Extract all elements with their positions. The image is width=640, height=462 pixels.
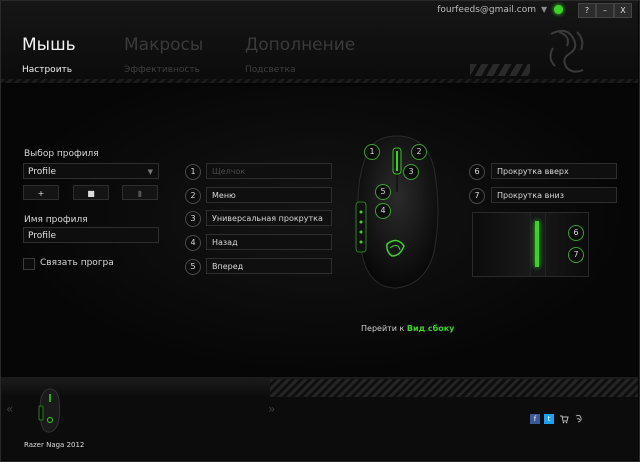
- profile-name-label: Имя профиля: [24, 215, 88, 225]
- mouse-marker-2[interactable]: 2: [411, 144, 427, 160]
- copy-profile-button[interactable]: ■: [73, 185, 109, 200]
- mouse-marker-3[interactable]: 3: [403, 164, 419, 180]
- online-status-icon: [554, 5, 563, 14]
- profile-select[interactable]: Profile ▼: [23, 163, 159, 179]
- button-number-1: 1: [185, 164, 201, 180]
- link-program-checkbox[interactable]: [23, 258, 35, 270]
- device-thumbnail[interactable]: [36, 388, 62, 434]
- button-assignment-1[interactable]: Щелчок: [206, 163, 332, 179]
- button-assignment-6[interactable]: Прокрутка вверх: [491, 163, 617, 179]
- delete-profile-button[interactable]: ▮: [122, 185, 158, 200]
- goto-prefix: Перейти к: [361, 324, 405, 333]
- subtab-performance[interactable]: Эффективность: [124, 65, 200, 75]
- mouse-marker-4[interactable]: 4: [375, 203, 391, 219]
- prev-device-icon[interactable]: «: [6, 402, 13, 416]
- scroll-wheel-glow: [535, 221, 539, 267]
- account-dropdown-icon[interactable]: ▼: [541, 5, 547, 14]
- twitter-icon[interactable]: t: [544, 414, 554, 424]
- minimize-button[interactable]: –: [596, 3, 614, 18]
- add-profile-button[interactable]: +: [23, 185, 59, 200]
- subtab-customize[interactable]: Настроить: [22, 65, 72, 75]
- side-marker-6[interactable]: 6: [568, 225, 584, 241]
- store-cart-icon[interactable]: [559, 414, 569, 424]
- goto-side-view: Перейти к Вид сбоку: [361, 324, 454, 333]
- tab-addons[interactable]: Дополнение: [245, 35, 355, 55]
- button-assignment-7[interactable]: Прокрутка вниз: [491, 187, 617, 203]
- tab-mouse[interactable]: Мышь: [22, 35, 76, 55]
- subtab-lighting[interactable]: Подсветка: [245, 65, 295, 75]
- profile-name-field[interactable]: Profile: [23, 227, 159, 243]
- mouse-marker-1[interactable]: 1: [364, 144, 380, 160]
- device-name: Razer Naga 2012: [24, 441, 85, 449]
- button-assignment-3[interactable]: Универсальная прокрутка: [206, 210, 332, 226]
- button-number-2: 2: [185, 188, 201, 204]
- link-program-label: Связать програ: [40, 258, 114, 268]
- header-stripes: [470, 64, 530, 76]
- side-marker-7[interactable]: 7: [568, 247, 584, 263]
- help-button[interactable]: ?: [578, 3, 596, 18]
- mouse-top-view-image: [355, 135, 439, 289]
- scroll-wheel-closeup-image: [472, 212, 589, 277]
- button-number-4: 4: [185, 235, 201, 251]
- account-email[interactable]: fourfeeds@gmail.com: [437, 5, 536, 15]
- side-view-link[interactable]: Вид сбоку: [407, 324, 454, 333]
- button-number-5: 5: [185, 259, 201, 275]
- footer-stripes: [270, 379, 638, 397]
- profile-select-value: Profile: [28, 167, 56, 177]
- button-assignment-4[interactable]: Назад: [206, 234, 332, 250]
- button-assignment-2[interactable]: Меню: [206, 187, 332, 203]
- button-number-6: 6: [469, 164, 485, 180]
- chevron-down-icon: ▼: [147, 168, 153, 176]
- tab-macros[interactable]: Макросы: [124, 35, 203, 55]
- razer-icon[interactable]: [574, 414, 584, 424]
- button-number-7: 7: [469, 188, 485, 204]
- button-assignment-5[interactable]: Вперед: [206, 258, 332, 274]
- button-number-3: 3: [185, 211, 201, 227]
- profile-select-label: Выбор профиля: [24, 149, 99, 159]
- close-button[interactable]: X: [614, 3, 632, 18]
- razer-logo-icon: [549, 29, 584, 73]
- mouse-marker-5[interactable]: 5: [375, 184, 391, 200]
- facebook-icon[interactable]: f: [530, 414, 540, 424]
- next-device-icon[interactable]: »: [268, 402, 275, 416]
